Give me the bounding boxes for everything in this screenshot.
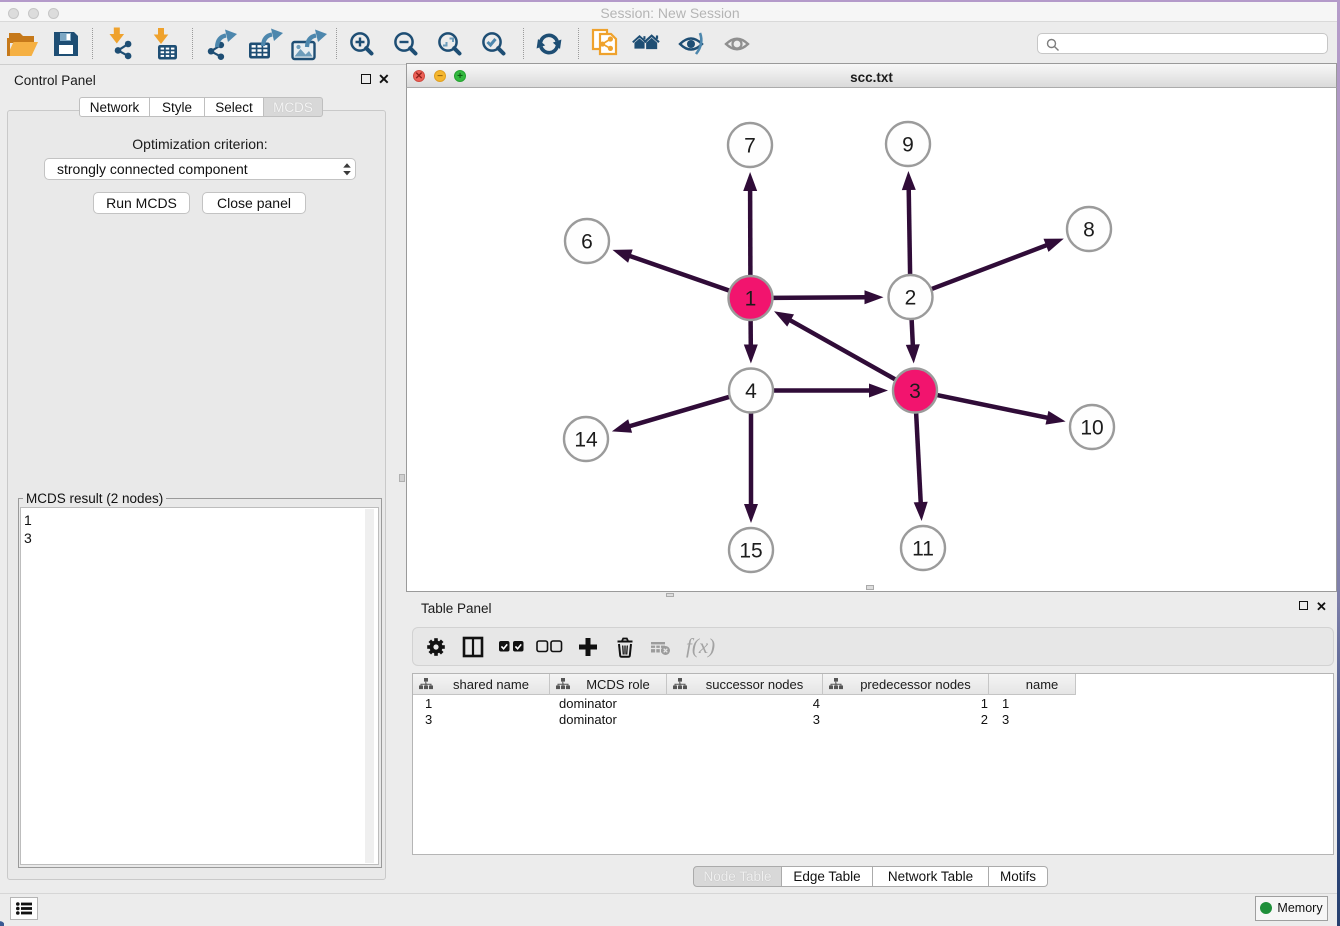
svg-text:9: 9 [902, 134, 914, 157]
svg-text:2: 2 [905, 287, 917, 310]
svg-text:7: 7 [744, 135, 756, 158]
svg-text:14: 14 [574, 429, 598, 452]
svg-text:1: 1 [745, 288, 757, 311]
svg-text:10: 10 [1080, 417, 1103, 440]
svg-text:11: 11 [912, 538, 934, 561]
svg-text:3: 3 [909, 380, 921, 403]
svg-text:4: 4 [745, 380, 757, 403]
svg-text:8: 8 [1083, 219, 1095, 242]
svg-text:15: 15 [739, 540, 762, 563]
svg-text:6: 6 [581, 231, 593, 254]
